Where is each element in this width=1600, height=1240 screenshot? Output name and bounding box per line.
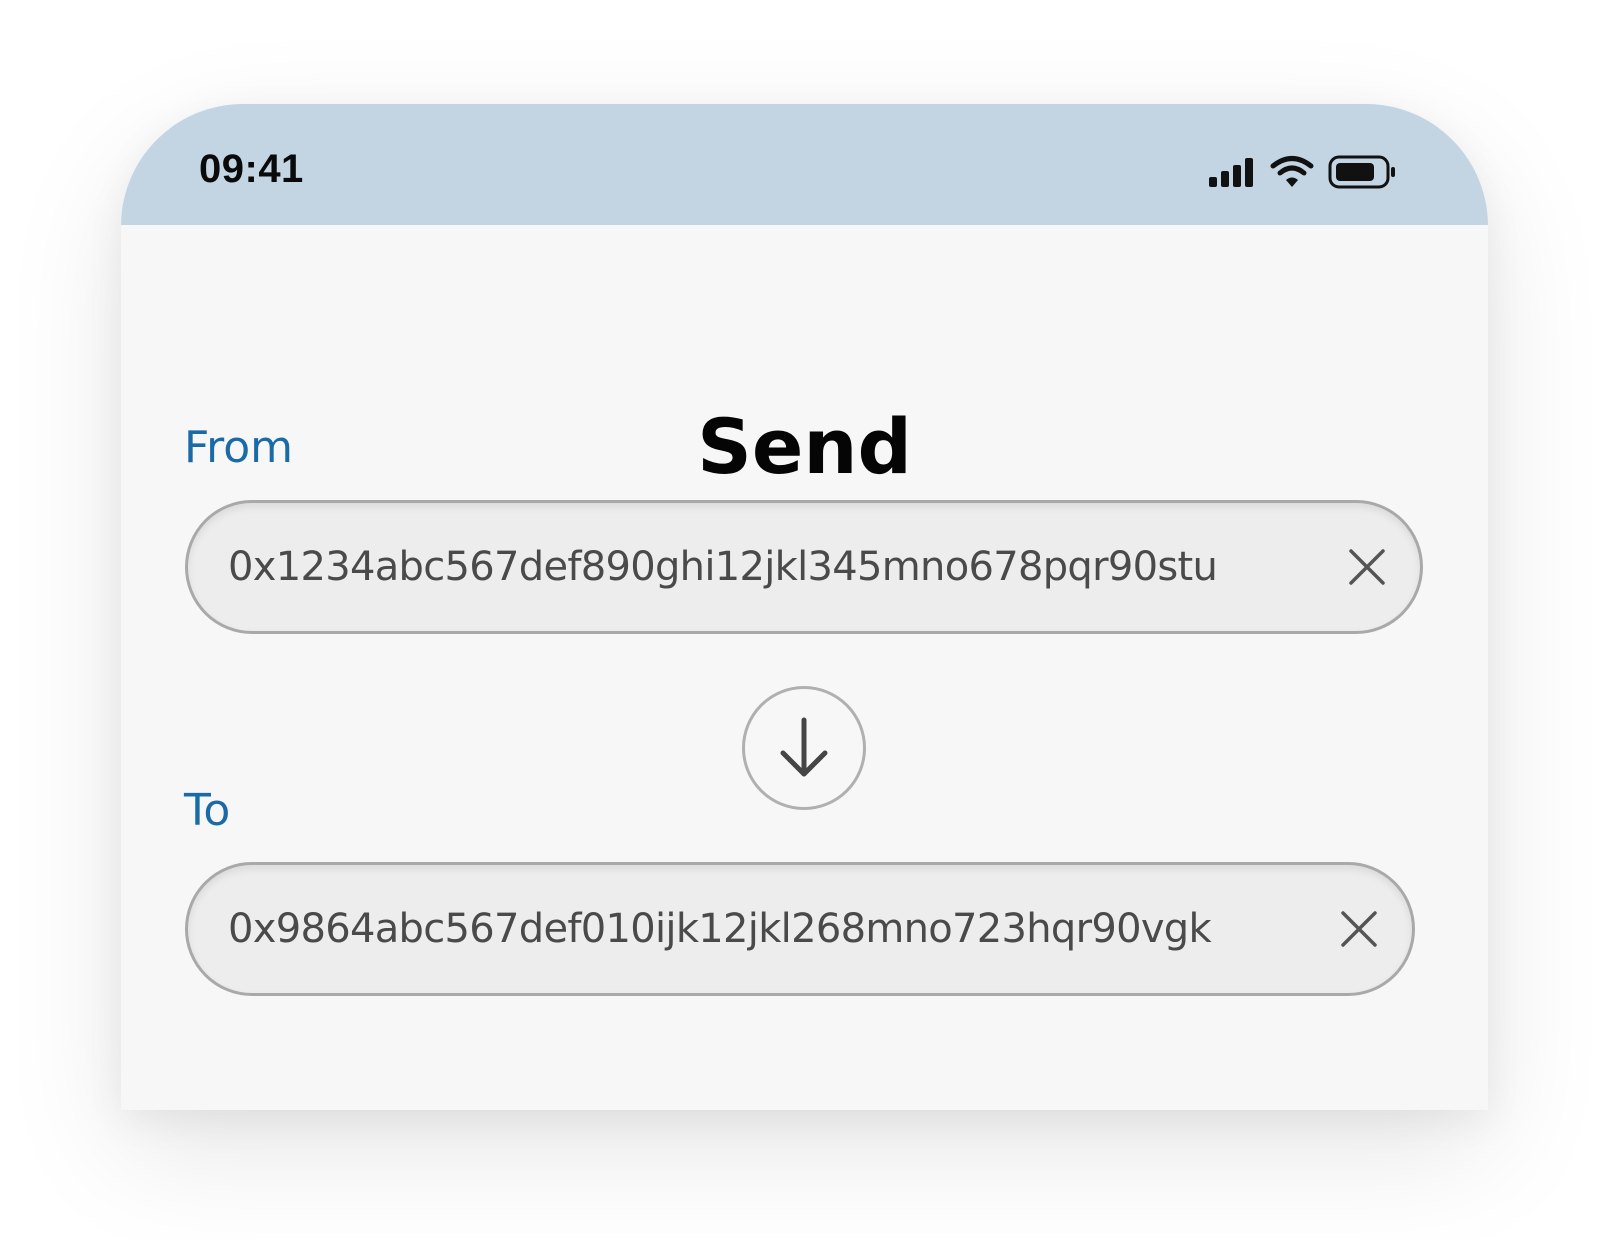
arrow-down-icon — [780, 717, 828, 777]
cellular-signal-icon — [1208, 157, 1256, 187]
to-address-value[interactable]: 0x9864abc567def010ijk12jkl268mno723hqr90… — [228, 865, 1212, 993]
swap-direction-button[interactable] — [742, 686, 866, 810]
wifi-icon — [1270, 155, 1314, 189]
from-clear-button[interactable] — [1336, 536, 1398, 598]
close-icon — [1341, 911, 1377, 947]
close-icon — [1349, 549, 1385, 585]
to-clear-button[interactable] — [1328, 898, 1390, 960]
to-address-field[interactable]: 0x9864abc567def010ijk12jkl268mno723hqr90… — [185, 862, 1415, 996]
status-icons — [1208, 152, 1396, 192]
status-bar: 09:41 — [121, 104, 1488, 225]
battery-icon — [1328, 155, 1396, 189]
to-label: To — [184, 785, 231, 836]
page-title: Send — [697, 402, 912, 491]
status-time: 09:41 — [199, 147, 304, 191]
from-address-field[interactable]: 0x1234abc567def890ghi12jkl345mno678pqr90… — [185, 500, 1423, 634]
from-label: From — [184, 422, 294, 473]
from-address-value[interactable]: 0x1234abc567def890ghi12jkl345mno678pqr90… — [228, 503, 1218, 631]
phone-screen: 09:41 Send From 0x1234abc567def890ghi12j… — [121, 104, 1488, 1110]
